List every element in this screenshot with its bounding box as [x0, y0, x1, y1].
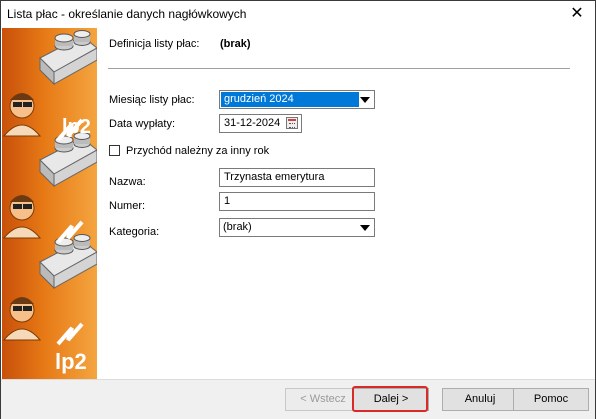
dialog-window: Lista płac - określanie danych nagłówkow… — [0, 0, 596, 419]
title-bar: Lista płac - określanie danych nagłówkow… — [1, 1, 595, 28]
payout-date-field[interactable]: 31-12-2024 — [219, 114, 302, 133]
number-field[interactable]: 1 — [219, 192, 375, 211]
separator — [108, 68, 570, 69]
sidebar-artwork-icon: lp2 — [2, 30, 97, 346]
help-button[interactable]: Pomoc — [513, 388, 589, 411]
number-value: 1 — [224, 195, 231, 207]
month-label: Miesiąc listy płac: — [109, 94, 195, 106]
category-select[interactable]: (brak) — [219, 218, 375, 237]
other-year-checkbox[interactable] — [109, 145, 120, 156]
svg-text:lp2: lp2 — [62, 116, 91, 138]
definition-value: (brak) — [220, 38, 251, 50]
payout-date-value: 31-12-2024 — [224, 117, 281, 129]
name-label: Nazwa: — [109, 176, 146, 188]
month-value: grudzień 2024 — [221, 92, 359, 107]
close-icon[interactable]: ✕ — [563, 3, 591, 25]
person-icon: lp2 — [2, 93, 91, 142]
number-label: Numer: — [109, 200, 146, 212]
wizard-sidebar-illustration: lp2 lp2 — [2, 28, 97, 379]
back-button[interactable]: < Wstecz — [285, 388, 361, 411]
window-title: Lista płac - określanie danych nagłówkow… — [7, 7, 247, 21]
chevron-down-icon[interactable] — [360, 225, 370, 231]
dialog-body: lp2 lp2 Definicja listy płac: (brak) Mie… — [1, 28, 595, 379]
server-stack-icon — [39, 30, 97, 86]
category-value: (brak) — [223, 221, 252, 233]
category-label: Kategoria: — [109, 226, 160, 238]
month-select[interactable]: grudzień 2024 — [219, 90, 375, 109]
calendar-icon[interactable] — [286, 117, 298, 129]
next-button-highlight — [352, 386, 428, 412]
payout-date-label: Data wypłaty: — [109, 118, 176, 130]
button-bar: < Wstecz Dalej > Anuluj Pomoc — [1, 379, 595, 419]
cancel-button[interactable]: Anuluj — [442, 388, 518, 411]
definition-label: Definicja listy płac: — [109, 38, 200, 50]
name-field[interactable]: Trzynasta emerytura — [219, 168, 375, 187]
name-value: Trzynasta emerytura — [224, 171, 325, 183]
other-year-label: Przychód należny za inny rok — [126, 145, 270, 157]
brand-logo: lp2 — [55, 349, 87, 374]
chevron-down-icon[interactable] — [360, 97, 370, 103]
